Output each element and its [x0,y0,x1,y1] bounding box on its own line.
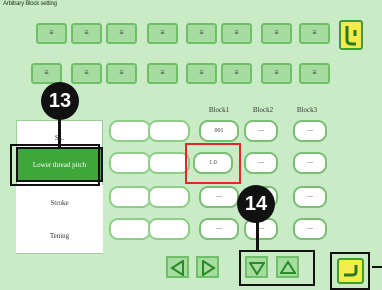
block3-cell[interactable]: — [293,218,327,240]
callout-badge-13: 13 [41,82,79,120]
block2-cell[interactable]: — [244,152,278,174]
pattern-button-4[interactable]: ≡ [147,23,178,44]
empty-cell[interactable] [109,186,151,208]
pattern-glyph: ≡ [274,69,279,77]
empty-cell[interactable] [148,218,190,240]
pattern-glyph: ≡ [312,29,317,37]
pattern-button-10[interactable]: ≡ [71,63,102,84]
pattern-button-14[interactable]: ≡ [221,63,252,84]
pattern-button-6[interactable]: ≡ [221,23,252,44]
callout-pointer-14 [256,221,259,251]
pattern-glyph: ≡ [84,29,89,37]
pattern-glyph: ≡ [199,69,204,77]
callout-box-14 [239,250,315,286]
empty-cell[interactable] [109,120,151,142]
empty-cell[interactable] [148,120,190,142]
callout-box-15 [330,252,370,290]
block1-cell[interactable]: 001 [199,120,239,142]
pattern-glyph: ≡ [160,29,165,37]
pattern-button-5[interactable]: ≡ [186,23,217,44]
pattern-button-2[interactable]: ≡ [71,23,102,44]
callout-box-13 [10,144,100,186]
pattern-button-12[interactable]: ≡ [147,63,178,84]
window-title: Arbitrary Block setting [3,1,57,7]
pattern-button-8[interactable]: ≡ [299,23,330,44]
pattern-glyph: ≡ [160,69,165,77]
pattern-button-3[interactable]: ≡ [106,23,137,44]
empty-cell[interactable] [109,152,151,174]
block3-cell[interactable]: — [293,186,327,208]
selection-highlight [185,143,241,184]
screen-panel: Arbitrary Block setting ≡ ≡ ≡ ≡ ≡ ≡ ≡ ≡ … [0,0,382,290]
pattern-glyph: ≡ [84,69,89,77]
empty-cell[interactable] [148,152,190,174]
return-button[interactable] [339,20,363,50]
column-header-block2: Block2 [252,106,274,114]
pattern-glyph: ≡ [199,29,204,37]
column-header-block1: Block1 [208,106,230,114]
pattern-glyph: ≡ [119,69,124,77]
triangle-left-icon [170,260,184,276]
pattern-glyph: ≡ [234,69,239,77]
block3-cell[interactable]: — [293,120,327,142]
pattern-glyph: ≡ [234,29,239,37]
pattern-button-15[interactable]: ≡ [261,63,292,84]
empty-cell[interactable] [148,186,190,208]
block2-cell[interactable]: — [244,120,278,142]
callout-leader-line [372,266,382,268]
return-arrow-icon [345,26,357,46]
pattern-button-11[interactable]: ≡ [106,63,137,84]
pattern-button-9[interactable]: ≡ [31,63,62,84]
pattern-glyph: ≡ [119,29,124,37]
side-item-stroke[interactable]: Stroke [16,185,103,220]
pattern-glyph: ≡ [44,69,49,77]
page-left-button[interactable] [166,256,189,278]
block1-cell[interactable]: — [199,218,239,240]
side-item-tening[interactable]: Tening [16,218,103,253]
callout-badge-14: 14 [237,185,275,223]
pattern-glyph: ≡ [312,69,317,77]
page-right-button[interactable] [196,256,219,278]
pattern-button-16[interactable]: ≡ [299,63,330,84]
column-header-block3: Block3 [296,106,318,114]
pattern-button-13[interactable]: ≡ [186,63,217,84]
triangle-right-icon [202,260,216,276]
pattern-glyph: ≡ [274,29,279,37]
block3-cell[interactable]: — [293,152,327,174]
pattern-button-1[interactable]: ≡ [36,23,67,44]
pattern-button-7[interactable]: ≡ [261,23,292,44]
block1-cell[interactable]: — [199,186,239,208]
empty-cell[interactable] [109,218,151,240]
pattern-glyph: ≡ [49,29,54,37]
